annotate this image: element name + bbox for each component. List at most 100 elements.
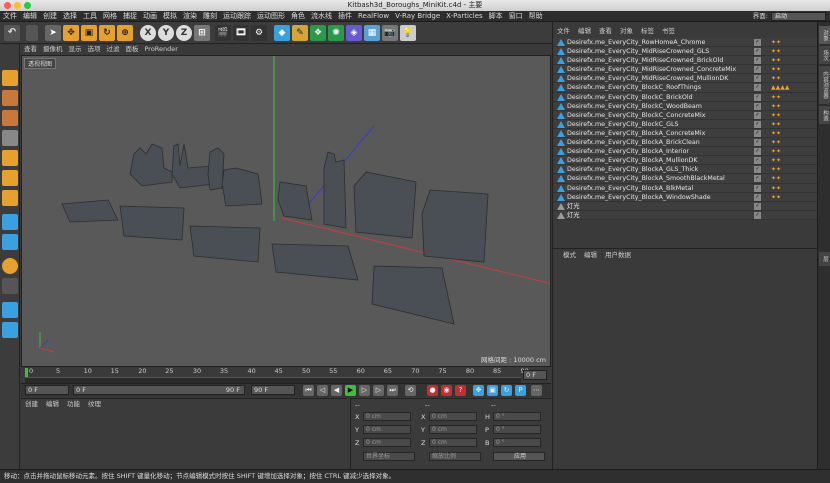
- size-mode-select[interactable]: 缩放比例: [429, 452, 481, 461]
- visibility-toggle-icon[interactable]: ✓: [754, 157, 761, 165]
- pos-y-field[interactable]: 0 cm: [363, 425, 411, 434]
- visibility-toggle-icon[interactable]: ✓: [754, 84, 761, 92]
- object-name[interactable]: 灯光: [567, 212, 580, 219]
- object-row[interactable]: Desirefx.me_EveryCity_BlockC_ConcreteMix…: [553, 110, 818, 120]
- texture-mode-icon[interactable]: [2, 110, 18, 126]
- material-tags-icon[interactable]: ✦✦: [771, 165, 781, 174]
- workplane-icon[interactable]: [2, 302, 18, 318]
- material-tags-icon[interactable]: ✦✦: [771, 138, 781, 147]
- material-tags-icon[interactable]: ✦✦: [771, 129, 781, 138]
- material-tags-icon[interactable]: ✦✦: [771, 38, 781, 47]
- x-axis-lock-icon[interactable]: X: [140, 25, 156, 41]
- material-tags-icon[interactable]: ✦✦: [771, 111, 781, 120]
- object-row[interactable]: Desirefx.me_EveryCity_BlockA_SmoothBlack…: [553, 174, 818, 184]
- timeline[interactable]: 0 5 10 15 20 25 30 35 40 45 50 55 60 65 …: [21, 367, 551, 384]
- object-name[interactable]: Desirefx.me_EveryCity_BlockA_Interior: [567, 148, 689, 155]
- material-tags-icon[interactable]: ✦✦: [771, 74, 781, 83]
- visibility-toggle-icon[interactable]: ✓: [754, 57, 761, 65]
- material-tags-icon[interactable]: ✦✦: [771, 156, 781, 165]
- object-name[interactable]: Desirefx.me_EveryCity_MidRiseCrowned_GLS: [567, 48, 709, 55]
- locked-workplane-icon[interactable]: [2, 322, 18, 338]
- scale-tool-icon[interactable]: ▣: [81, 25, 97, 41]
- object-row[interactable]: Desirefx.me_EveryCity_MidRiseCrowned_GLS…: [553, 47, 818, 57]
- visibility-toggle-icon[interactable]: ✓: [754, 102, 761, 110]
- quantize-icon[interactable]: [2, 278, 18, 294]
- visibility-toggle-icon[interactable]: ✓: [754, 39, 761, 46]
- menu-mesh[interactable]: 网格: [100, 11, 120, 22]
- object-row[interactable]: Desirefx.me_EveryCity_BlockA_MullionDK ✓ ✦…: [553, 156, 818, 166]
- y-axis-lock-icon[interactable]: Y: [158, 25, 174, 41]
- camera-icon[interactable]: 📷: [382, 25, 398, 41]
- object-row[interactable]: 灯光 ✓: [553, 201, 818, 211]
- object-row[interactable]: Desirefx.me_EveryCity_BlockC_WoodBeam ✓ ✦✦: [553, 101, 818, 111]
- model-mode-icon[interactable]: [2, 90, 18, 106]
- visibility-toggle-icon[interactable]: ✓: [754, 148, 761, 156]
- object-name[interactable]: Desirefx.me_EveryCity_BlockA_MullionDK: [567, 157, 698, 164]
- menu-pipeline[interactable]: 流水线: [308, 11, 335, 22]
- menu-x-particles[interactable]: X-Particles: [443, 11, 485, 22]
- menu-character[interactable]: 角色: [288, 11, 308, 22]
- light-icon[interactable]: 💡: [400, 25, 416, 41]
- object-name[interactable]: 灯光: [567, 203, 580, 210]
- timeline-track[interactable]: [25, 377, 521, 383]
- object-name[interactable]: Desirefx.me_EveryCity_BlockA_BlkMetal: [567, 185, 693, 192]
- menu-plugins[interactable]: 插件: [335, 11, 355, 22]
- edges-mode-icon[interactable]: [2, 170, 18, 186]
- make-editable-icon[interactable]: [2, 70, 18, 86]
- play-icon[interactable]: ▶: [345, 385, 356, 396]
- menu-mograph[interactable]: 运动图形: [254, 11, 288, 22]
- material-tags-icon[interactable]: ✦✦: [771, 93, 781, 102]
- attribute-menu-mode[interactable]: 模式: [553, 249, 580, 261]
- prev-key-icon[interactable]: ◁: [317, 385, 328, 396]
- object-row[interactable]: Desirefx.me_EveryCity_BlockA_WindowShade…: [553, 192, 818, 202]
- render-picture-viewer-icon[interactable]: 🎞: [233, 25, 249, 41]
- rot-p-field[interactable]: 0 °: [493, 425, 541, 434]
- tweak-mode-icon[interactable]: [2, 234, 18, 250]
- viewport-menu-options[interactable]: 选项: [85, 44, 104, 55]
- attribute-menu-edit[interactable]: 编辑: [580, 249, 601, 261]
- material-tags-icon[interactable]: ✦✦: [771, 174, 781, 183]
- object-row[interactable]: Desirefx.me_EveryCity_BlockA_BlkMetal ✓ ✦✦: [553, 183, 818, 193]
- object-row[interactable]: Desirefx.me_EveryCity_RowHomeA_Chrome ✓ ✦✦: [553, 38, 818, 48]
- z-axis-lock-icon[interactable]: Z: [176, 25, 192, 41]
- visibility-toggle-icon[interactable]: ✓: [754, 211, 761, 219]
- key-rotation-icon[interactable]: ↻: [501, 385, 512, 396]
- material-tags-icon[interactable]: ✦✦: [771, 184, 781, 193]
- object-row[interactable]: Desirefx.me_EveryCity_MidRiseCrowned_Mul…: [553, 74, 818, 84]
- goto-start-icon[interactable]: ⏮: [303, 385, 314, 396]
- menu-render[interactable]: 渲染: [180, 11, 200, 22]
- tab-takes[interactable]: 场次: [819, 46, 830, 64]
- object-menu-tags[interactable]: 标签: [637, 26, 658, 37]
- cube-primitive-icon[interactable]: ◆: [274, 25, 290, 41]
- render-view-icon[interactable]: 🎬: [215, 25, 231, 41]
- array-generator-icon[interactable]: ✺: [328, 25, 344, 41]
- pos-x-field[interactable]: 0 cm: [363, 412, 411, 421]
- coordinate-mode-select[interactable]: 世界坐标: [363, 452, 415, 461]
- object-row[interactable]: Desirefx.me_EveryCity_MidRiseCrowned_Bri…: [553, 56, 818, 66]
- object-name[interactable]: Desirefx.me_EveryCity_BlockC_WoodBeam: [567, 103, 702, 110]
- viewport-menu-display[interactable]: 显示: [66, 44, 85, 55]
- recent-tool-icon[interactable]: ⊕: [117, 25, 133, 41]
- object-menu-edit[interactable]: 编辑: [574, 26, 595, 37]
- menu-vray-bridge[interactable]: V-Ray Bridge: [392, 11, 443, 22]
- object-name[interactable]: Desirefx.me_EveryCity_BlockA_BrickClean: [567, 139, 700, 146]
- size-y-field[interactable]: 0 cm: [429, 425, 477, 434]
- key-position-icon[interactable]: ✥: [473, 385, 484, 396]
- material-tags-icon[interactable]: ✦✦: [771, 56, 781, 65]
- object-menu-objects[interactable]: 对象: [616, 26, 637, 37]
- subdivision-generator-icon[interactable]: ❖: [310, 25, 326, 41]
- visibility-toggle-icon[interactable]: ✓: [754, 111, 761, 119]
- key-selection-icon[interactable]: ?: [455, 385, 466, 396]
- layout-select[interactable]: 启动: [771, 12, 826, 21]
- object-name[interactable]: Desirefx.me_EveryCity_MidRiseCrowned_Mul…: [567, 75, 728, 82]
- menu-realflow[interactable]: RealFlow: [355, 11, 392, 22]
- visibility-toggle-icon[interactable]: ✓: [754, 120, 761, 128]
- object-name[interactable]: Desirefx.me_EveryCity_RowHomeA_Chrome: [567, 39, 705, 46]
- material-tags-icon[interactable]: ✦✦: [771, 102, 781, 111]
- deformer-icon[interactable]: ◈: [346, 25, 362, 41]
- goto-end-icon[interactable]: ⏭: [387, 385, 398, 396]
- object-row[interactable]: Desirefx.me_EveryCity_BlockC_RoofThings ✓…: [553, 83, 818, 93]
- move-tool-icon[interactable]: ✥: [63, 25, 79, 41]
- fcurve-icon[interactable]: ⋯: [531, 385, 542, 396]
- pos-z-field[interactable]: 0 cm: [363, 438, 411, 447]
